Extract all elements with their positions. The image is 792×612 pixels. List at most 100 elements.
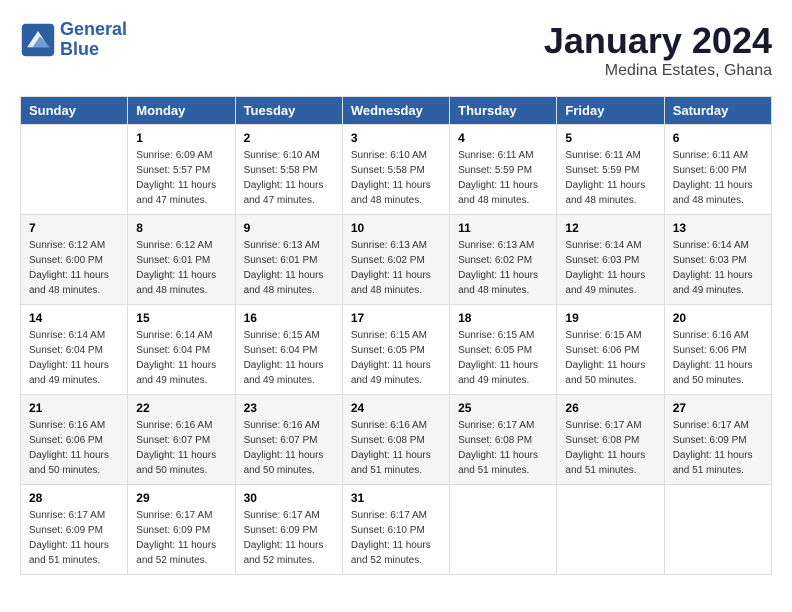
day-info: Sunrise: 6:12 AMSunset: 6:01 PMDaylight:… bbox=[136, 238, 226, 298]
day-info: Sunrise: 6:12 AMSunset: 6:00 PMDaylight:… bbox=[29, 238, 119, 298]
day-info: Sunrise: 6:11 AMSunset: 6:00 PMDaylight:… bbox=[673, 148, 763, 208]
day-info: Sunrise: 6:13 AMSunset: 6:02 PMDaylight:… bbox=[351, 238, 441, 298]
calendar-cell: 18 Sunrise: 6:15 AMSunset: 6:05 PMDayligh… bbox=[450, 305, 557, 395]
day-number: 17 bbox=[351, 311, 441, 325]
col-header-wednesday: Wednesday bbox=[342, 97, 449, 125]
col-header-saturday: Saturday bbox=[664, 97, 771, 125]
calendar-cell: 7 Sunrise: 6:12 AMSunset: 6:00 PMDaylight… bbox=[21, 215, 128, 305]
day-number: 6 bbox=[673, 131, 763, 145]
day-number: 10 bbox=[351, 221, 441, 235]
calendar-table: SundayMondayTuesdayWednesdayThursdayFrid… bbox=[20, 96, 772, 575]
day-number: 15 bbox=[136, 311, 226, 325]
day-info: Sunrise: 6:15 AMSunset: 6:05 PMDaylight:… bbox=[351, 328, 441, 388]
logo-line2: Blue bbox=[60, 39, 99, 59]
logo: General Blue bbox=[20, 20, 127, 60]
day-info: Sunrise: 6:13 AMSunset: 6:01 PMDaylight:… bbox=[244, 238, 334, 298]
calendar-cell: 11 Sunrise: 6:13 AMSunset: 6:02 PMDayligh… bbox=[450, 215, 557, 305]
calendar-cell: 12 Sunrise: 6:14 AMSunset: 6:03 PMDayligh… bbox=[557, 215, 664, 305]
day-number: 13 bbox=[673, 221, 763, 235]
day-number: 24 bbox=[351, 401, 441, 415]
day-number: 29 bbox=[136, 491, 226, 505]
day-number: 9 bbox=[244, 221, 334, 235]
calendar-week-row: 21 Sunrise: 6:16 AMSunset: 6:06 PMDayligh… bbox=[21, 395, 772, 485]
calendar-cell: 24 Sunrise: 6:16 AMSunset: 6:08 PMDayligh… bbox=[342, 395, 449, 485]
calendar-week-row: 28Sunrise: 6:17 AMSunset: 6:09 PMDayligh… bbox=[21, 485, 772, 575]
day-number: 14 bbox=[29, 311, 119, 325]
day-info: Sunrise: 6:16 AMSunset: 6:07 PMDaylight:… bbox=[244, 418, 334, 478]
calendar-cell: 27 Sunrise: 6:17 AMSunset: 6:09 PMDayligh… bbox=[664, 395, 771, 485]
col-header-tuesday: Tuesday bbox=[235, 97, 342, 125]
day-info: Sunrise: 6:16 AMSunset: 6:06 PMDaylight:… bbox=[673, 328, 763, 388]
day-info: Sunrise: 6:16 AMSunset: 6:08 PMDaylight:… bbox=[351, 418, 441, 478]
day-info: Sunrise: 6:14 AMSunset: 6:03 PMDaylight:… bbox=[673, 238, 763, 298]
day-info: Sunrise: 6:10 AMSunset: 5:58 PMDaylight:… bbox=[351, 148, 441, 208]
col-header-monday: Monday bbox=[128, 97, 235, 125]
calendar-cell bbox=[664, 485, 771, 575]
day-number: 20 bbox=[673, 311, 763, 325]
day-number: 26 bbox=[565, 401, 655, 415]
day-info: Sunrise: 6:14 AMSunset: 6:04 PMDaylight:… bbox=[29, 328, 119, 388]
day-number: 12 bbox=[565, 221, 655, 235]
day-info: Sunrise: 6:16 AMSunset: 6:06 PMDaylight:… bbox=[29, 418, 119, 478]
col-header-sunday: Sunday bbox=[21, 97, 128, 125]
day-number: 25 bbox=[458, 401, 548, 415]
calendar-cell: 10 Sunrise: 6:13 AMSunset: 6:02 PMDayligh… bbox=[342, 215, 449, 305]
day-number: 2 bbox=[244, 131, 334, 145]
calendar-cell: 13 Sunrise: 6:14 AMSunset: 6:03 PMDayligh… bbox=[664, 215, 771, 305]
day-info: Sunrise: 6:17 AMSunset: 6:09 PMDaylight:… bbox=[136, 508, 226, 568]
day-info: Sunrise: 6:15 AMSunset: 6:05 PMDaylight:… bbox=[458, 328, 548, 388]
calendar-cell: 26 Sunrise: 6:17 AMSunset: 6:08 PMDayligh… bbox=[557, 395, 664, 485]
calendar-cell: 25Sunrise: 6:17 AMSunset: 6:08 PMDayligh… bbox=[450, 395, 557, 485]
day-number: 16 bbox=[244, 311, 334, 325]
day-info: Sunrise: 6:09 AMSunset: 5:57 PMDaylight:… bbox=[136, 148, 226, 208]
calendar-cell: 8 Sunrise: 6:12 AMSunset: 6:01 PMDaylight… bbox=[128, 215, 235, 305]
day-info: Sunrise: 6:11 AMSunset: 5:59 PMDaylight:… bbox=[458, 148, 548, 208]
calendar-cell: 3Sunrise: 6:10 AMSunset: 5:58 PMDaylight… bbox=[342, 125, 449, 215]
logo-line1: General bbox=[60, 19, 127, 39]
calendar-week-row: 7 Sunrise: 6:12 AMSunset: 6:00 PMDaylight… bbox=[21, 215, 772, 305]
calendar-cell: 15 Sunrise: 6:14 AMSunset: 6:04 PMDayligh… bbox=[128, 305, 235, 395]
calendar-header-row: SundayMondayTuesdayWednesdayThursdayFrid… bbox=[21, 97, 772, 125]
day-number: 21 bbox=[29, 401, 119, 415]
calendar-cell: 23Sunrise: 6:16 AMSunset: 6:07 PMDayligh… bbox=[235, 395, 342, 485]
calendar-cell: 17 Sunrise: 6:15 AMSunset: 6:05 PMDayligh… bbox=[342, 305, 449, 395]
logo-text: General Blue bbox=[60, 20, 127, 60]
calendar-cell: 19Sunrise: 6:15 AMSunset: 6:06 PMDayligh… bbox=[557, 305, 664, 395]
calendar-cell bbox=[21, 125, 128, 215]
page-header: General Blue January 2024 Medina Estates… bbox=[20, 20, 772, 80]
calendar-week-row: 1Sunrise: 6:09 AMSunset: 5:57 PMDaylight… bbox=[21, 125, 772, 215]
day-number: 7 bbox=[29, 221, 119, 235]
col-header-thursday: Thursday bbox=[450, 97, 557, 125]
calendar-cell: 1Sunrise: 6:09 AMSunset: 5:57 PMDaylight… bbox=[128, 125, 235, 215]
day-info: Sunrise: 6:15 AMSunset: 6:04 PMDaylight:… bbox=[244, 328, 334, 388]
calendar-cell bbox=[557, 485, 664, 575]
day-info: Sunrise: 6:17 AMSunset: 6:09 PMDaylight:… bbox=[244, 508, 334, 568]
calendar-cell: 2 Sunrise: 6:10 AMSunset: 5:58 PMDaylight… bbox=[235, 125, 342, 215]
day-number: 22 bbox=[136, 401, 226, 415]
day-info: Sunrise: 6:17 AMSunset: 6:08 PMDaylight:… bbox=[565, 418, 655, 478]
calendar-cell: 29 Sunrise: 6:17 AMSunset: 6:09 PMDayligh… bbox=[128, 485, 235, 575]
calendar-cell: 6 Sunrise: 6:11 AMSunset: 6:00 PMDaylight… bbox=[664, 125, 771, 215]
day-number: 11 bbox=[458, 221, 548, 235]
day-number: 27 bbox=[673, 401, 763, 415]
calendar-cell: 5 Sunrise: 6:11 AMSunset: 5:59 PMDaylight… bbox=[557, 125, 664, 215]
day-info: Sunrise: 6:11 AMSunset: 5:59 PMDaylight:… bbox=[565, 148, 655, 208]
day-info: Sunrise: 6:13 AMSunset: 6:02 PMDaylight:… bbox=[458, 238, 548, 298]
day-info: Sunrise: 6:10 AMSunset: 5:58 PMDaylight:… bbox=[244, 148, 334, 208]
day-number: 19 bbox=[565, 311, 655, 325]
calendar-cell: 31Sunrise: 6:17 AMSunset: 6:10 PMDayligh… bbox=[342, 485, 449, 575]
day-info: Sunrise: 6:14 AMSunset: 6:03 PMDaylight:… bbox=[565, 238, 655, 298]
day-number: 8 bbox=[136, 221, 226, 235]
day-info: Sunrise: 6:17 AMSunset: 6:09 PMDaylight:… bbox=[29, 508, 119, 568]
day-info: Sunrise: 6:14 AMSunset: 6:04 PMDaylight:… bbox=[136, 328, 226, 388]
day-number: 31 bbox=[351, 491, 441, 505]
calendar-cell: 14 Sunrise: 6:14 AMSunset: 6:04 PMDayligh… bbox=[21, 305, 128, 395]
calendar-cell: 22Sunrise: 6:16 AMSunset: 6:07 PMDayligh… bbox=[128, 395, 235, 485]
calendar-cell: 28Sunrise: 6:17 AMSunset: 6:09 PMDayligh… bbox=[21, 485, 128, 575]
day-number: 18 bbox=[458, 311, 548, 325]
day-number: 30 bbox=[244, 491, 334, 505]
day-number: 5 bbox=[565, 131, 655, 145]
day-info: Sunrise: 6:17 AMSunset: 6:09 PMDaylight:… bbox=[673, 418, 763, 478]
location: Medina Estates, Ghana bbox=[544, 62, 772, 80]
calendar-week-row: 14 Sunrise: 6:14 AMSunset: 6:04 PMDayligh… bbox=[21, 305, 772, 395]
